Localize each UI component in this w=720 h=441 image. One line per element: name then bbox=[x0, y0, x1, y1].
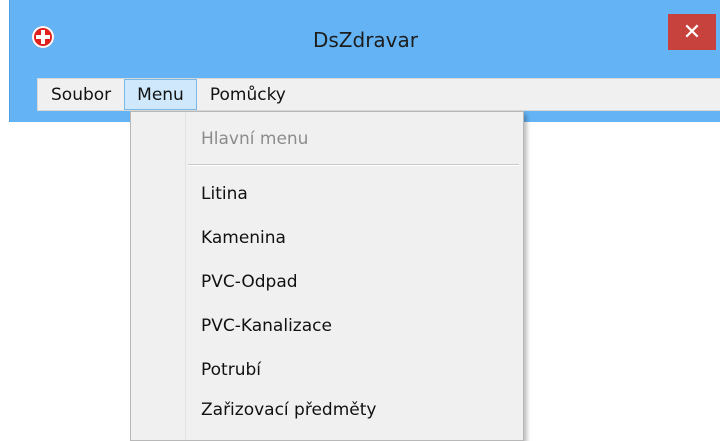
window-title: DsZdravar bbox=[312, 28, 418, 52]
menu-item-potrubi[interactable]: Potrubí bbox=[201, 360, 261, 380]
close-button[interactable]: ✕ bbox=[668, 14, 716, 50]
menu-gutter bbox=[185, 112, 186, 440]
menu-item-litina[interactable]: Litina bbox=[201, 184, 248, 204]
menu-header-hlavni-menu: Hlavní menu bbox=[201, 129, 309, 149]
menu-separator bbox=[188, 164, 519, 165]
menu-item-pvc-odpad[interactable]: PVC-Odpad bbox=[201, 272, 298, 292]
menu-item-zarizovaci-predmety[interactable]: Zařizovací předměty bbox=[201, 400, 376, 420]
menu-dropdown: Hlavní menu Litina Kamenina PVC-Odpad PV… bbox=[130, 111, 524, 441]
menu-menu[interactable]: Menu bbox=[124, 79, 197, 110]
menu-soubor[interactable]: Soubor bbox=[38, 79, 124, 110]
menubar: Soubor Menu Pomůcky bbox=[37, 78, 720, 111]
menu-pomucky[interactable]: Pomůcky bbox=[197, 79, 299, 110]
menu-item-kamenina[interactable]: Kamenina bbox=[201, 228, 286, 248]
app-window: DsZdravar ✕ Soubor Menu Pomůcky bbox=[9, 0, 720, 122]
menu-item-pvc-kanalizace[interactable]: PVC-Kanalizace bbox=[201, 316, 332, 336]
